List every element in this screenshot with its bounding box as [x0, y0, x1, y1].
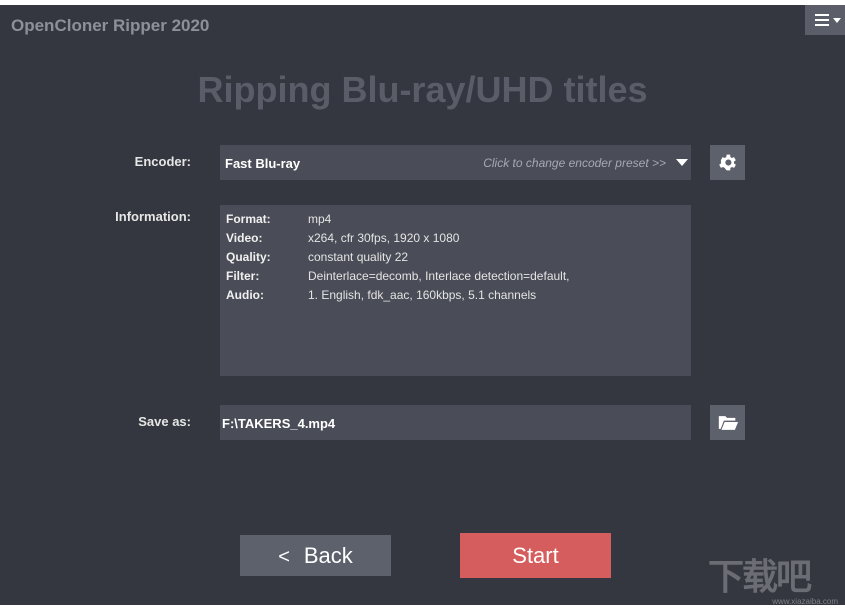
- watermark-url: www.xiazaiba.com: [772, 597, 838, 606]
- info-value: 1. English, fdk_aac, 160kbps, 5.1 channe…: [308, 288, 537, 302]
- back-button[interactable]: < Back: [240, 535, 391, 576]
- info-key: Filter:: [226, 269, 260, 283]
- info-value: constant quality 22: [308, 250, 409, 264]
- info-key: Audio:: [226, 288, 264, 302]
- encoder-value: Fast Blu-ray: [225, 156, 301, 171]
- save-as-input[interactable]: F:\TAKERS_4.mp4: [220, 405, 691, 440]
- save-as-value: F:\TAKERS_4.mp4: [222, 416, 336, 431]
- dropdown-arrow-icon: [676, 159, 688, 166]
- app-window: OpenCloner Ripper 2020 Ripping Blu-ray/U…: [0, 5, 845, 605]
- site-watermark: 下载吧 www.xiazaiba.com: [708, 548, 840, 606]
- save-as-label: Save as:: [138, 414, 191, 429]
- start-label: Start: [512, 543, 559, 568]
- info-value: Deinterlace=decomb, Interlace detection=…: [308, 269, 570, 283]
- information-label: Information:: [115, 209, 191, 224]
- encoder-label: Encoder:: [134, 154, 191, 169]
- browse-folder-button[interactable]: [710, 405, 745, 440]
- info-value: mp4: [308, 212, 332, 226]
- app-title: OpenCloner Ripper 2020: [11, 16, 210, 35]
- chevron-down-icon: [833, 18, 841, 23]
- info-key: Quality:: [226, 250, 271, 264]
- encoder-preset-select[interactable]: Fast Blu-ray Click to change encoder pre…: [220, 145, 691, 180]
- start-button[interactable]: Start: [460, 533, 611, 578]
- back-arrow: <: [278, 546, 290, 568]
- info-key: Video:: [226, 231, 263, 245]
- gear-icon: [719, 154, 736, 171]
- information-panel: Format: mp4 Video: x264, cfr 30fps, 1920…: [220, 205, 691, 376]
- page-title: Ripping Blu-ray/UHD titles: [197, 69, 648, 110]
- hamburger-menu-icon: [815, 14, 829, 29]
- info-key: Format:: [226, 212, 271, 226]
- back-label: Back: [303, 543, 353, 568]
- folder-open-icon: [718, 416, 739, 430]
- main-menu-button[interactable]: [805, 5, 845, 35]
- watermark-text: 下载吧: [708, 557, 812, 598]
- encoder-settings-button[interactable]: [710, 145, 745, 180]
- encoder-hint: Click to change encoder preset >>: [483, 156, 666, 170]
- info-value: x264, cfr 30fps, 1920 x 1080: [308, 231, 460, 245]
